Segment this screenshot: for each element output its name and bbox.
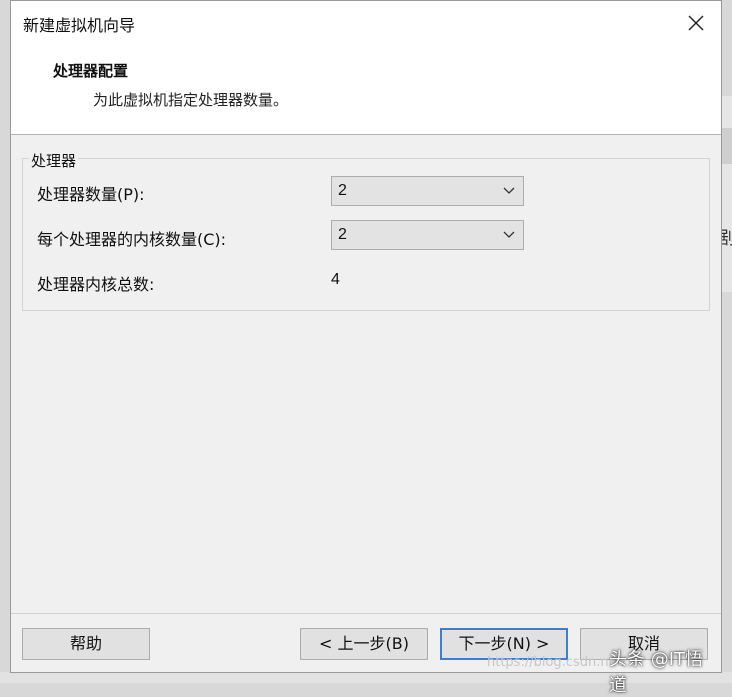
processor-count-select[interactable]: 2: [331, 176, 524, 206]
cores-per-processor-select[interactable]: 2: [331, 220, 524, 250]
help-button[interactable]: 帮助: [22, 628, 150, 660]
page-description: 为此虚拟机指定处理器数量。: [93, 91, 289, 109]
close-button[interactable]: [679, 7, 713, 39]
back-button[interactable]: < 上一步(B): [300, 628, 428, 660]
close-icon: [688, 15, 704, 31]
total-cores-label: 处理器内核总数:: [37, 275, 155, 294]
page-title: 处理器配置: [53, 62, 129, 80]
total-cores-value: 4: [331, 271, 340, 288]
chevron-down-icon: [503, 187, 515, 194]
processor-count-label: 处理器数量(P):: [37, 185, 145, 204]
processor-group-legend: 处理器: [29, 150, 79, 171]
wizard-header: 处理器配置 为此虚拟机指定处理器数量。: [11, 45, 721, 135]
watermark-url: https://blog.csdn.net/: [487, 655, 627, 670]
chevron-down-icon: [503, 231, 515, 238]
window-title: 新建虚拟机向导: [23, 16, 136, 35]
cores-per-processor-label: 每个处理器的内核数量(C):: [37, 230, 227, 249]
processor-count-value: 2: [338, 182, 347, 199]
footer-divider: [11, 613, 721, 614]
watermark-text: 头条 @IT悟道: [609, 649, 704, 696]
cores-per-processor-value: 2: [338, 226, 347, 243]
title-bar: 新建虚拟机向导: [11, 1, 721, 45]
new-vm-wizard-dialog: 新建虚拟机向导 处理器配置 为此虚拟机指定处理器数量。 处理器 处理器数量(P)…: [10, 0, 722, 696]
